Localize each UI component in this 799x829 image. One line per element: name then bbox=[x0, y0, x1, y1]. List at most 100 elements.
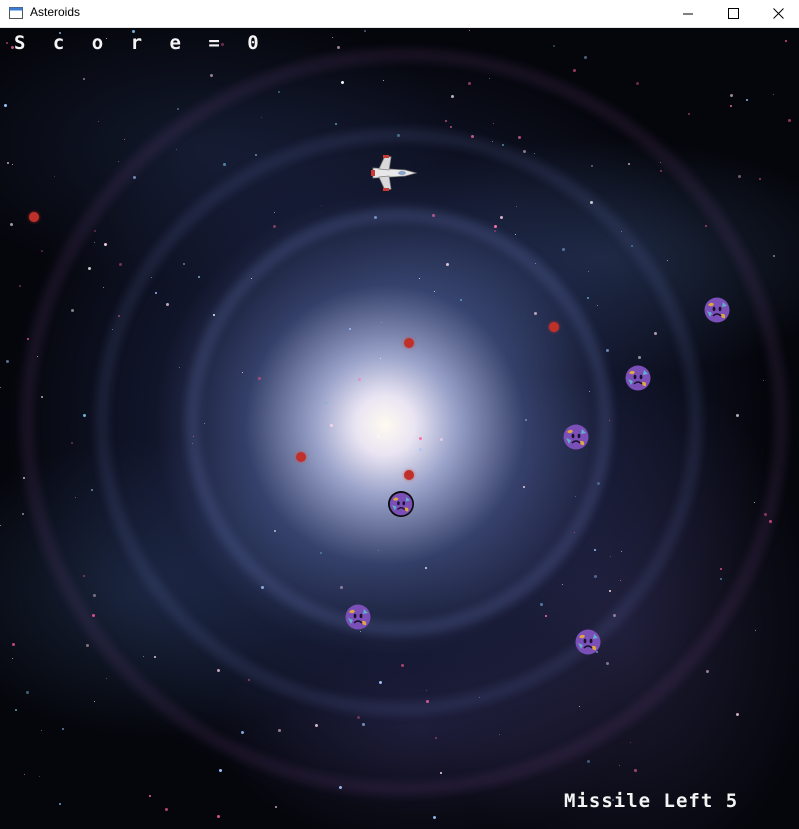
star bbox=[24, 774, 25, 775]
star bbox=[754, 502, 755, 503]
star bbox=[469, 30, 470, 31]
star bbox=[688, 113, 690, 115]
star bbox=[738, 175, 741, 178]
minimize-button[interactable] bbox=[665, 0, 711, 27]
star bbox=[176, 149, 177, 150]
star bbox=[133, 176, 136, 179]
star bbox=[450, 126, 452, 128]
star bbox=[12, 164, 13, 165]
star bbox=[364, 30, 366, 32]
star bbox=[41, 250, 43, 252]
star bbox=[383, 80, 384, 81]
star bbox=[6, 42, 8, 44]
star bbox=[619, 765, 620, 766]
star bbox=[706, 670, 709, 673]
star bbox=[112, 329, 113, 330]
game-canvas[interactable]: S c o r e = 0 Missile Left 5 bbox=[0, 28, 799, 829]
star bbox=[59, 803, 61, 805]
star bbox=[93, 594, 96, 597]
star bbox=[217, 669, 220, 672]
star bbox=[736, 713, 739, 716]
star bbox=[562, 584, 563, 585]
star bbox=[278, 729, 281, 732]
star bbox=[606, 662, 609, 665]
star bbox=[785, 40, 787, 42]
star bbox=[397, 134, 400, 137]
missiles-left-display: Missile Left 5 bbox=[564, 790, 739, 812]
star bbox=[613, 614, 616, 617]
red-dot bbox=[549, 322, 559, 332]
star bbox=[71, 309, 74, 312]
star bbox=[98, 121, 99, 122]
star bbox=[594, 549, 596, 551]
star bbox=[118, 161, 119, 162]
title-bar: Asteroids bbox=[0, 0, 799, 28]
star bbox=[380, 358, 381, 359]
star bbox=[219, 769, 222, 772]
star bbox=[579, 706, 580, 707]
star bbox=[320, 552, 322, 554]
star bbox=[86, 644, 89, 647]
star bbox=[335, 123, 337, 125]
star bbox=[720, 578, 722, 580]
star bbox=[104, 243, 107, 246]
star bbox=[609, 590, 611, 592]
red-dot bbox=[404, 338, 414, 348]
star bbox=[377, 435, 380, 438]
star bbox=[94, 242, 95, 243]
star bbox=[606, 349, 609, 352]
star bbox=[773, 255, 775, 257]
star bbox=[489, 78, 490, 79]
star bbox=[492, 141, 493, 142]
star bbox=[340, 586, 343, 589]
star bbox=[494, 230, 496, 232]
star bbox=[183, 263, 185, 265]
star bbox=[275, 806, 277, 808]
asteroid-icon bbox=[574, 628, 602, 656]
star bbox=[143, 656, 144, 657]
asteroid-icon bbox=[624, 364, 652, 392]
star bbox=[575, 496, 576, 497]
star bbox=[667, 260, 668, 261]
star bbox=[433, 816, 436, 819]
star bbox=[736, 414, 739, 417]
red-dot bbox=[29, 212, 39, 222]
maximize-icon bbox=[727, 8, 739, 19]
star bbox=[634, 769, 637, 772]
star bbox=[610, 556, 611, 557]
close-button[interactable] bbox=[755, 0, 799, 27]
star bbox=[460, 299, 462, 301]
star bbox=[357, 716, 360, 719]
star bbox=[19, 285, 21, 287]
star bbox=[54, 176, 55, 177]
star bbox=[594, 575, 597, 578]
star bbox=[440, 438, 443, 441]
star bbox=[425, 567, 427, 569]
star bbox=[525, 419, 527, 421]
star bbox=[193, 436, 194, 437]
star bbox=[278, 91, 280, 93]
star bbox=[434, 291, 435, 292]
star bbox=[358, 378, 361, 381]
star bbox=[720, 568, 722, 570]
star bbox=[261, 586, 264, 589]
maximize-button[interactable] bbox=[710, 0, 756, 27]
star bbox=[381, 322, 382, 323]
star bbox=[41, 730, 42, 731]
star bbox=[154, 656, 156, 658]
star bbox=[636, 82, 639, 85]
star bbox=[378, 550, 379, 551]
star bbox=[395, 381, 396, 382]
star bbox=[763, 380, 764, 381]
star bbox=[341, 81, 344, 84]
star bbox=[274, 212, 275, 213]
star bbox=[10, 223, 13, 226]
star bbox=[446, 263, 449, 266]
star bbox=[155, 292, 157, 294]
star bbox=[755, 630, 756, 631]
star bbox=[502, 144, 504, 146]
star bbox=[621, 551, 622, 552]
star bbox=[597, 305, 598, 306]
star bbox=[255, 154, 257, 156]
star bbox=[251, 278, 252, 279]
